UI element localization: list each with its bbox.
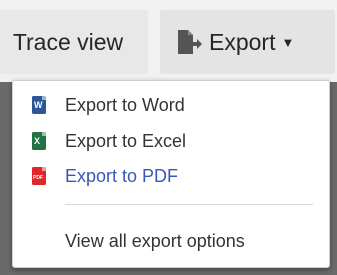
menu-item-label: View all export options xyxy=(65,230,245,251)
export-to-pdf-item[interactable]: PDF Export to PDF xyxy=(13,159,329,193)
word-file-icon: W xyxy=(32,96,46,114)
pdf-file-icon: PDF xyxy=(32,167,46,185)
export-label: Export xyxy=(209,28,276,55)
menu-item-label: Export to PDF xyxy=(65,165,179,186)
excel-file-icon: X xyxy=(32,132,46,150)
export-to-word-item[interactable]: W Export to Word xyxy=(13,88,329,122)
document-arrow-icon xyxy=(178,30,202,54)
toolbar: Trace view Export ▼ xyxy=(0,0,337,82)
menu-divider xyxy=(65,204,313,205)
caret-down-icon: ▼ xyxy=(281,34,295,50)
trace-view-button[interactable]: Trace view xyxy=(0,10,148,74)
export-to-excel-item[interactable]: X Export to Excel xyxy=(13,124,329,158)
menu-item-label: Export to Excel xyxy=(65,130,187,151)
export-button[interactable]: Export ▼ xyxy=(160,10,335,74)
trace-view-label: Trace view xyxy=(12,28,124,55)
menu-item-label: Export to Word xyxy=(65,94,185,115)
export-dropdown-menu: W Export to Word X Export to Excel PDF E… xyxy=(12,80,330,268)
view-all-export-options-item[interactable]: View all export options xyxy=(13,224,329,258)
